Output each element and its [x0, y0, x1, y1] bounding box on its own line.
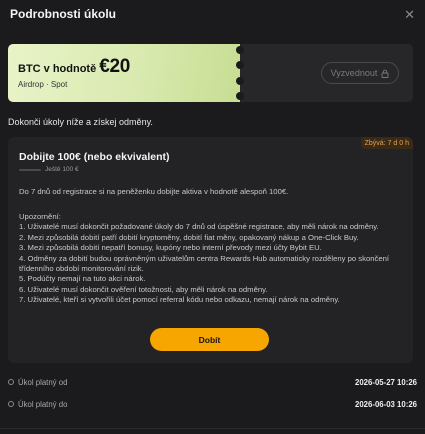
lock-icon: [381, 69, 389, 78]
task-title: Dobijte 100€ (nebo ekvivalent): [19, 151, 170, 163]
note-item: 6. Uživatelé musí dokončit ověření totož…: [19, 284, 268, 294]
claim-button-label: Vyzvednout: [330, 68, 378, 78]
progress-text: Ještě 100 €: [45, 166, 79, 173]
bottom-divider: [0, 428, 425, 429]
clock-dot-icon: [8, 379, 14, 385]
close-icon[interactable]: ✕: [404, 8, 415, 21]
task-description: Do 7 dnů od registrace si na peněženku d…: [19, 187, 289, 196]
note-item: 1. Uživatelé musí dokončit požadované úk…: [19, 222, 379, 232]
note-item: 5. Podúčty nemají na tuto akci nárok.: [19, 274, 146, 284]
instruction-text: Dokonči úkoly níže a získej odměny.: [8, 117, 153, 127]
task-progress: Ještě 100 €: [19, 166, 79, 173]
validity-to-row: Úkol platný do 2026-06-03 10:26: [8, 398, 417, 410]
validity-from-row: Úkol platný od 2026-05-27 10:26: [8, 376, 417, 388]
voucher-action-area: Vyzvednout: [240, 44, 413, 102]
notes-heading: Upozornění:: [19, 212, 61, 221]
clock-dot-icon: [8, 401, 14, 407]
validity-from-value: 2026-05-27 10:26: [355, 377, 417, 387]
voucher-subtitle: Airdrop · Spot: [18, 80, 68, 89]
voucher-title: BTC v hodnotě €20: [18, 56, 230, 78]
note-item: 3. Mezi způsobilá dobití nepatří bonusy,…: [19, 243, 322, 253]
note-item: 7. Uživatelé, kteří si vytvořili účet po…: [19, 295, 340, 305]
validity-to-value: 2026-06-03 10:26: [355, 399, 417, 409]
deposit-button[interactable]: Dobít: [150, 328, 269, 351]
voucher-perforation: [236, 46, 244, 100]
progress-bar: [19, 168, 41, 171]
note-item: 2. Mezi způsobilá dobití patří dobití kr…: [19, 232, 359, 242]
dialog-title: Podrobnosti úkolu: [10, 7, 116, 21]
note-item: 4. Odměny za dobití budou oprávněným uži…: [19, 253, 390, 274]
voucher-label: BTC v hodnotě: [18, 63, 97, 75]
dialog-header: Podrobnosti úkolu ✕: [0, 0, 425, 28]
voucher-info: BTC v hodnotě €20 Airdrop · Spot: [8, 44, 244, 102]
validity-from-label: Úkol platný od: [18, 377, 68, 387]
task-card: Zbývá: 7 d 0 h Dobijte 100€ (nebo ekviva…: [8, 137, 413, 363]
reward-voucher: BTC v hodnotě €20 Airdrop · Spot Vyzvedn…: [8, 44, 413, 102]
claim-button[interactable]: Vyzvednout: [321, 62, 399, 84]
validity-to-label: Úkol platný do: [18, 399, 68, 409]
voucher-amount: €20: [99, 56, 131, 77]
deadline-badge: Zbývá: 7 d 0 h: [360, 137, 413, 149]
task-notes: Upozornění: 1. Uživatelé musí dokončit p…: [19, 212, 407, 306]
